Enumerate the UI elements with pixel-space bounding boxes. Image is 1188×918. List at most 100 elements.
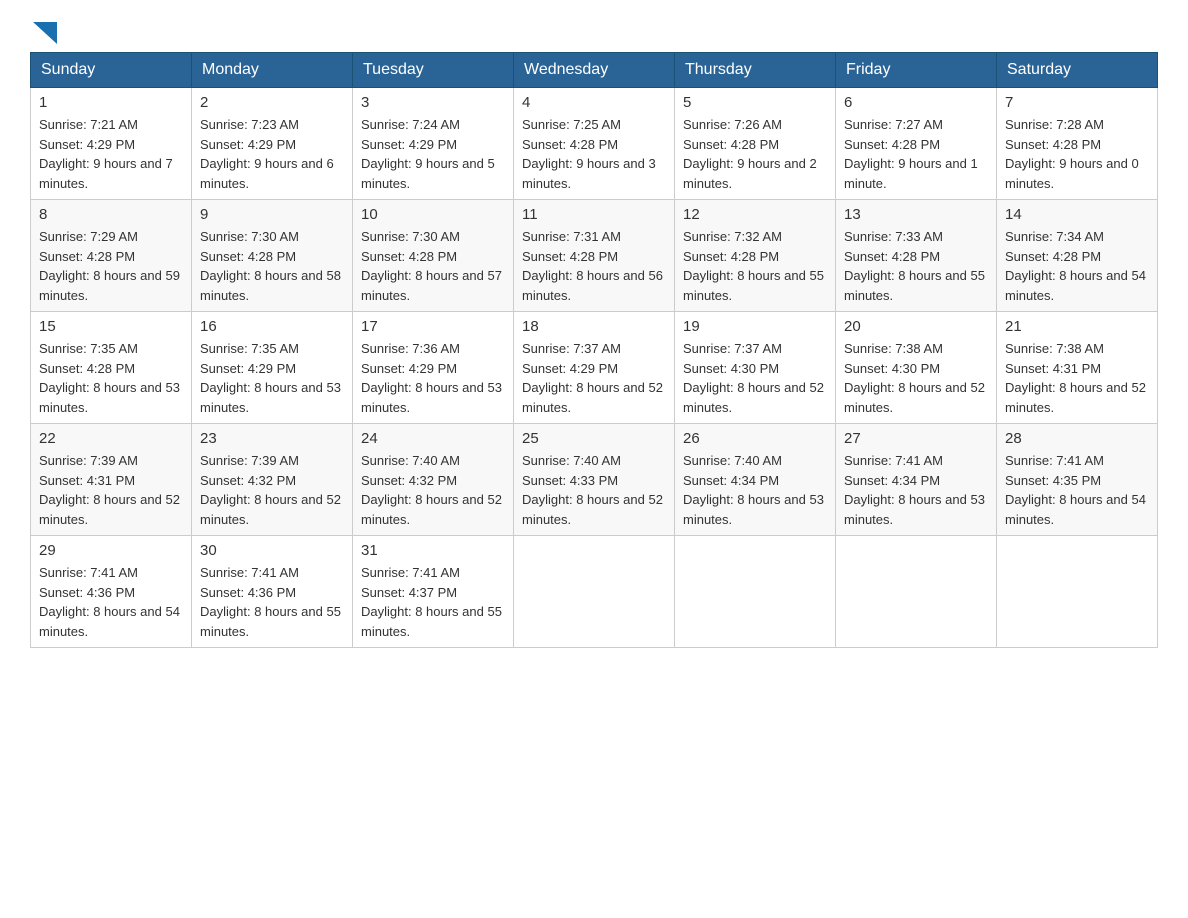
logo <box>30 20 57 42</box>
day-detail: Sunrise: 7:35 AMSunset: 4:28 PMDaylight:… <box>39 339 183 417</box>
calendar-day-cell: 27 Sunrise: 7:41 AMSunset: 4:34 PMDayligh… <box>836 424 997 536</box>
day-number: 28 <box>1005 430 1149 447</box>
day-number: 23 <box>200 430 344 447</box>
calendar-day-cell: 20 Sunrise: 7:38 AMSunset: 4:30 PMDayligh… <box>836 312 997 424</box>
day-number: 29 <box>39 542 183 559</box>
day-detail: Sunrise: 7:40 AMSunset: 4:34 PMDaylight:… <box>683 451 827 529</box>
day-detail: Sunrise: 7:37 AMSunset: 4:30 PMDaylight:… <box>683 339 827 417</box>
day-number: 13 <box>844 206 988 223</box>
day-number: 9 <box>200 206 344 223</box>
calendar-day-cell: 28 Sunrise: 7:41 AMSunset: 4:35 PMDayligh… <box>997 424 1158 536</box>
day-detail: Sunrise: 7:33 AMSunset: 4:28 PMDaylight:… <box>844 227 988 305</box>
calendar-day-cell: 19 Sunrise: 7:37 AMSunset: 4:30 PMDayligh… <box>675 312 836 424</box>
day-detail: Sunrise: 7:35 AMSunset: 4:29 PMDaylight:… <box>200 339 344 417</box>
day-number: 17 <box>361 318 505 335</box>
calendar-day-cell: 11 Sunrise: 7:31 AMSunset: 4:28 PMDayligh… <box>514 200 675 312</box>
day-detail: Sunrise: 7:38 AMSunset: 4:30 PMDaylight:… <box>844 339 988 417</box>
day-detail: Sunrise: 7:40 AMSunset: 4:33 PMDaylight:… <box>522 451 666 529</box>
day-detail: Sunrise: 7:27 AMSunset: 4:28 PMDaylight:… <box>844 115 988 193</box>
calendar-day-cell <box>836 536 997 648</box>
page-header <box>30 20 1158 42</box>
day-detail: Sunrise: 7:36 AMSunset: 4:29 PMDaylight:… <box>361 339 505 417</box>
day-number: 12 <box>683 206 827 223</box>
day-detail: Sunrise: 7:26 AMSunset: 4:28 PMDaylight:… <box>683 115 827 193</box>
calendar-day-cell: 22 Sunrise: 7:39 AMSunset: 4:31 PMDayligh… <box>31 424 192 536</box>
calendar-day-cell: 5Sunrise: 7:26 AMSunset: 4:28 PMDaylight… <box>675 88 836 200</box>
calendar-day-cell: 17 Sunrise: 7:36 AMSunset: 4:29 PMDayligh… <box>353 312 514 424</box>
calendar-day-cell: 7 Sunrise: 7:28 AMSunset: 4:28 PMDaylight… <box>997 88 1158 200</box>
day-number: 10 <box>361 206 505 223</box>
day-number: 4 <box>522 94 666 111</box>
day-detail: Sunrise: 7:23 AMSunset: 4:29 PMDaylight:… <box>200 115 344 193</box>
day-number: 11 <box>522 206 666 223</box>
calendar-day-cell: 12Sunrise: 7:32 AMSunset: 4:28 PMDayligh… <box>675 200 836 312</box>
calendar-day-cell: 24 Sunrise: 7:40 AMSunset: 4:32 PMDayligh… <box>353 424 514 536</box>
day-number: 22 <box>39 430 183 447</box>
day-of-week-header: Wednesday <box>514 53 675 88</box>
day-detail: Sunrise: 7:24 AMSunset: 4:29 PMDaylight:… <box>361 115 505 193</box>
calendar-day-cell: 23Sunrise: 7:39 AMSunset: 4:32 PMDayligh… <box>192 424 353 536</box>
day-number: 24 <box>361 430 505 447</box>
day-detail: Sunrise: 7:31 AMSunset: 4:28 PMDaylight:… <box>522 227 666 305</box>
calendar-day-cell: 4 Sunrise: 7:25 AMSunset: 4:28 PMDaylight… <box>514 88 675 200</box>
calendar-day-cell <box>997 536 1158 648</box>
calendar-day-cell: 25Sunrise: 7:40 AMSunset: 4:33 PMDayligh… <box>514 424 675 536</box>
day-of-week-header: Friday <box>836 53 997 88</box>
calendar-day-cell: 1Sunrise: 7:21 AMSunset: 4:29 PMDaylight… <box>31 88 192 200</box>
day-number: 21 <box>1005 318 1149 335</box>
day-number: 15 <box>39 318 183 335</box>
calendar-day-cell: 10Sunrise: 7:30 AMSunset: 4:28 PMDayligh… <box>353 200 514 312</box>
day-of-week-header: Monday <box>192 53 353 88</box>
calendar-day-cell: 3 Sunrise: 7:24 AMSunset: 4:29 PMDaylight… <box>353 88 514 200</box>
day-number: 14 <box>1005 206 1149 223</box>
day-detail: Sunrise: 7:34 AMSunset: 4:28 PMDaylight:… <box>1005 227 1149 305</box>
calendar-week-row: 22 Sunrise: 7:39 AMSunset: 4:31 PMDayligh… <box>31 424 1158 536</box>
day-number: 18 <box>522 318 666 335</box>
day-detail: Sunrise: 7:28 AMSunset: 4:28 PMDaylight:… <box>1005 115 1149 193</box>
calendar-day-cell: 21Sunrise: 7:38 AMSunset: 4:31 PMDayligh… <box>997 312 1158 424</box>
day-header-row: SundayMondayTuesdayWednesdayThursdayFrid… <box>31 53 1158 88</box>
calendar-day-cell: 16 Sunrise: 7:35 AMSunset: 4:29 PMDayligh… <box>192 312 353 424</box>
day-of-week-header: Sunday <box>31 53 192 88</box>
day-detail: Sunrise: 7:39 AMSunset: 4:31 PMDaylight:… <box>39 451 183 529</box>
day-number: 7 <box>1005 94 1149 111</box>
day-detail: Sunrise: 7:41 AMSunset: 4:34 PMDaylight:… <box>844 451 988 529</box>
day-detail: Sunrise: 7:37 AMSunset: 4:29 PMDaylight:… <box>522 339 666 417</box>
day-number: 6 <box>844 94 988 111</box>
day-number: 3 <box>361 94 505 111</box>
calendar-day-cell: 29 Sunrise: 7:41 AMSunset: 4:36 PMDayligh… <box>31 536 192 648</box>
calendar-day-cell: 9 Sunrise: 7:30 AMSunset: 4:28 PMDaylight… <box>192 200 353 312</box>
day-of-week-header: Tuesday <box>353 53 514 88</box>
day-number: 26 <box>683 430 827 447</box>
calendar-day-cell <box>514 536 675 648</box>
day-of-week-header: Thursday <box>675 53 836 88</box>
calendar-table: SundayMondayTuesdayWednesdayThursdayFrid… <box>30 52 1158 648</box>
calendar-day-cell: 2 Sunrise: 7:23 AMSunset: 4:29 PMDaylight… <box>192 88 353 200</box>
calendar-day-cell: 14 Sunrise: 7:34 AMSunset: 4:28 PMDayligh… <box>997 200 1158 312</box>
day-number: 20 <box>844 318 988 335</box>
day-number: 19 <box>683 318 827 335</box>
calendar-day-cell: 6 Sunrise: 7:27 AMSunset: 4:28 PMDaylight… <box>836 88 997 200</box>
day-of-week-header: Saturday <box>997 53 1158 88</box>
day-number: 27 <box>844 430 988 447</box>
day-detail: Sunrise: 7:29 AMSunset: 4:28 PMDaylight:… <box>39 227 183 305</box>
day-detail: Sunrise: 7:40 AMSunset: 4:32 PMDaylight:… <box>361 451 505 529</box>
calendar-week-row: 15 Sunrise: 7:35 AMSunset: 4:28 PMDayligh… <box>31 312 1158 424</box>
day-detail: Sunrise: 7:41 AMSunset: 4:37 PMDaylight:… <box>361 563 505 641</box>
day-number: 2 <box>200 94 344 111</box>
day-detail: Sunrise: 7:30 AMSunset: 4:28 PMDaylight:… <box>200 227 344 305</box>
day-number: 8 <box>39 206 183 223</box>
day-detail: Sunrise: 7:41 AMSunset: 4:36 PMDaylight:… <box>39 563 183 641</box>
calendar-week-row: 29 Sunrise: 7:41 AMSunset: 4:36 PMDayligh… <box>31 536 1158 648</box>
day-detail: Sunrise: 7:41 AMSunset: 4:35 PMDaylight:… <box>1005 451 1149 529</box>
calendar-day-cell: 26 Sunrise: 7:40 AMSunset: 4:34 PMDayligh… <box>675 424 836 536</box>
day-number: 16 <box>200 318 344 335</box>
calendar-day-cell: 30 Sunrise: 7:41 AMSunset: 4:36 PMDayligh… <box>192 536 353 648</box>
day-number: 30 <box>200 542 344 559</box>
day-detail: Sunrise: 7:25 AMSunset: 4:28 PMDaylight:… <box>522 115 666 193</box>
day-detail: Sunrise: 7:41 AMSunset: 4:36 PMDaylight:… <box>200 563 344 641</box>
day-number: 31 <box>361 542 505 559</box>
calendar-day-cell: 15 Sunrise: 7:35 AMSunset: 4:28 PMDayligh… <box>31 312 192 424</box>
calendar-day-cell: 18 Sunrise: 7:37 AMSunset: 4:29 PMDayligh… <box>514 312 675 424</box>
day-detail: Sunrise: 7:21 AMSunset: 4:29 PMDaylight:… <box>39 115 183 193</box>
